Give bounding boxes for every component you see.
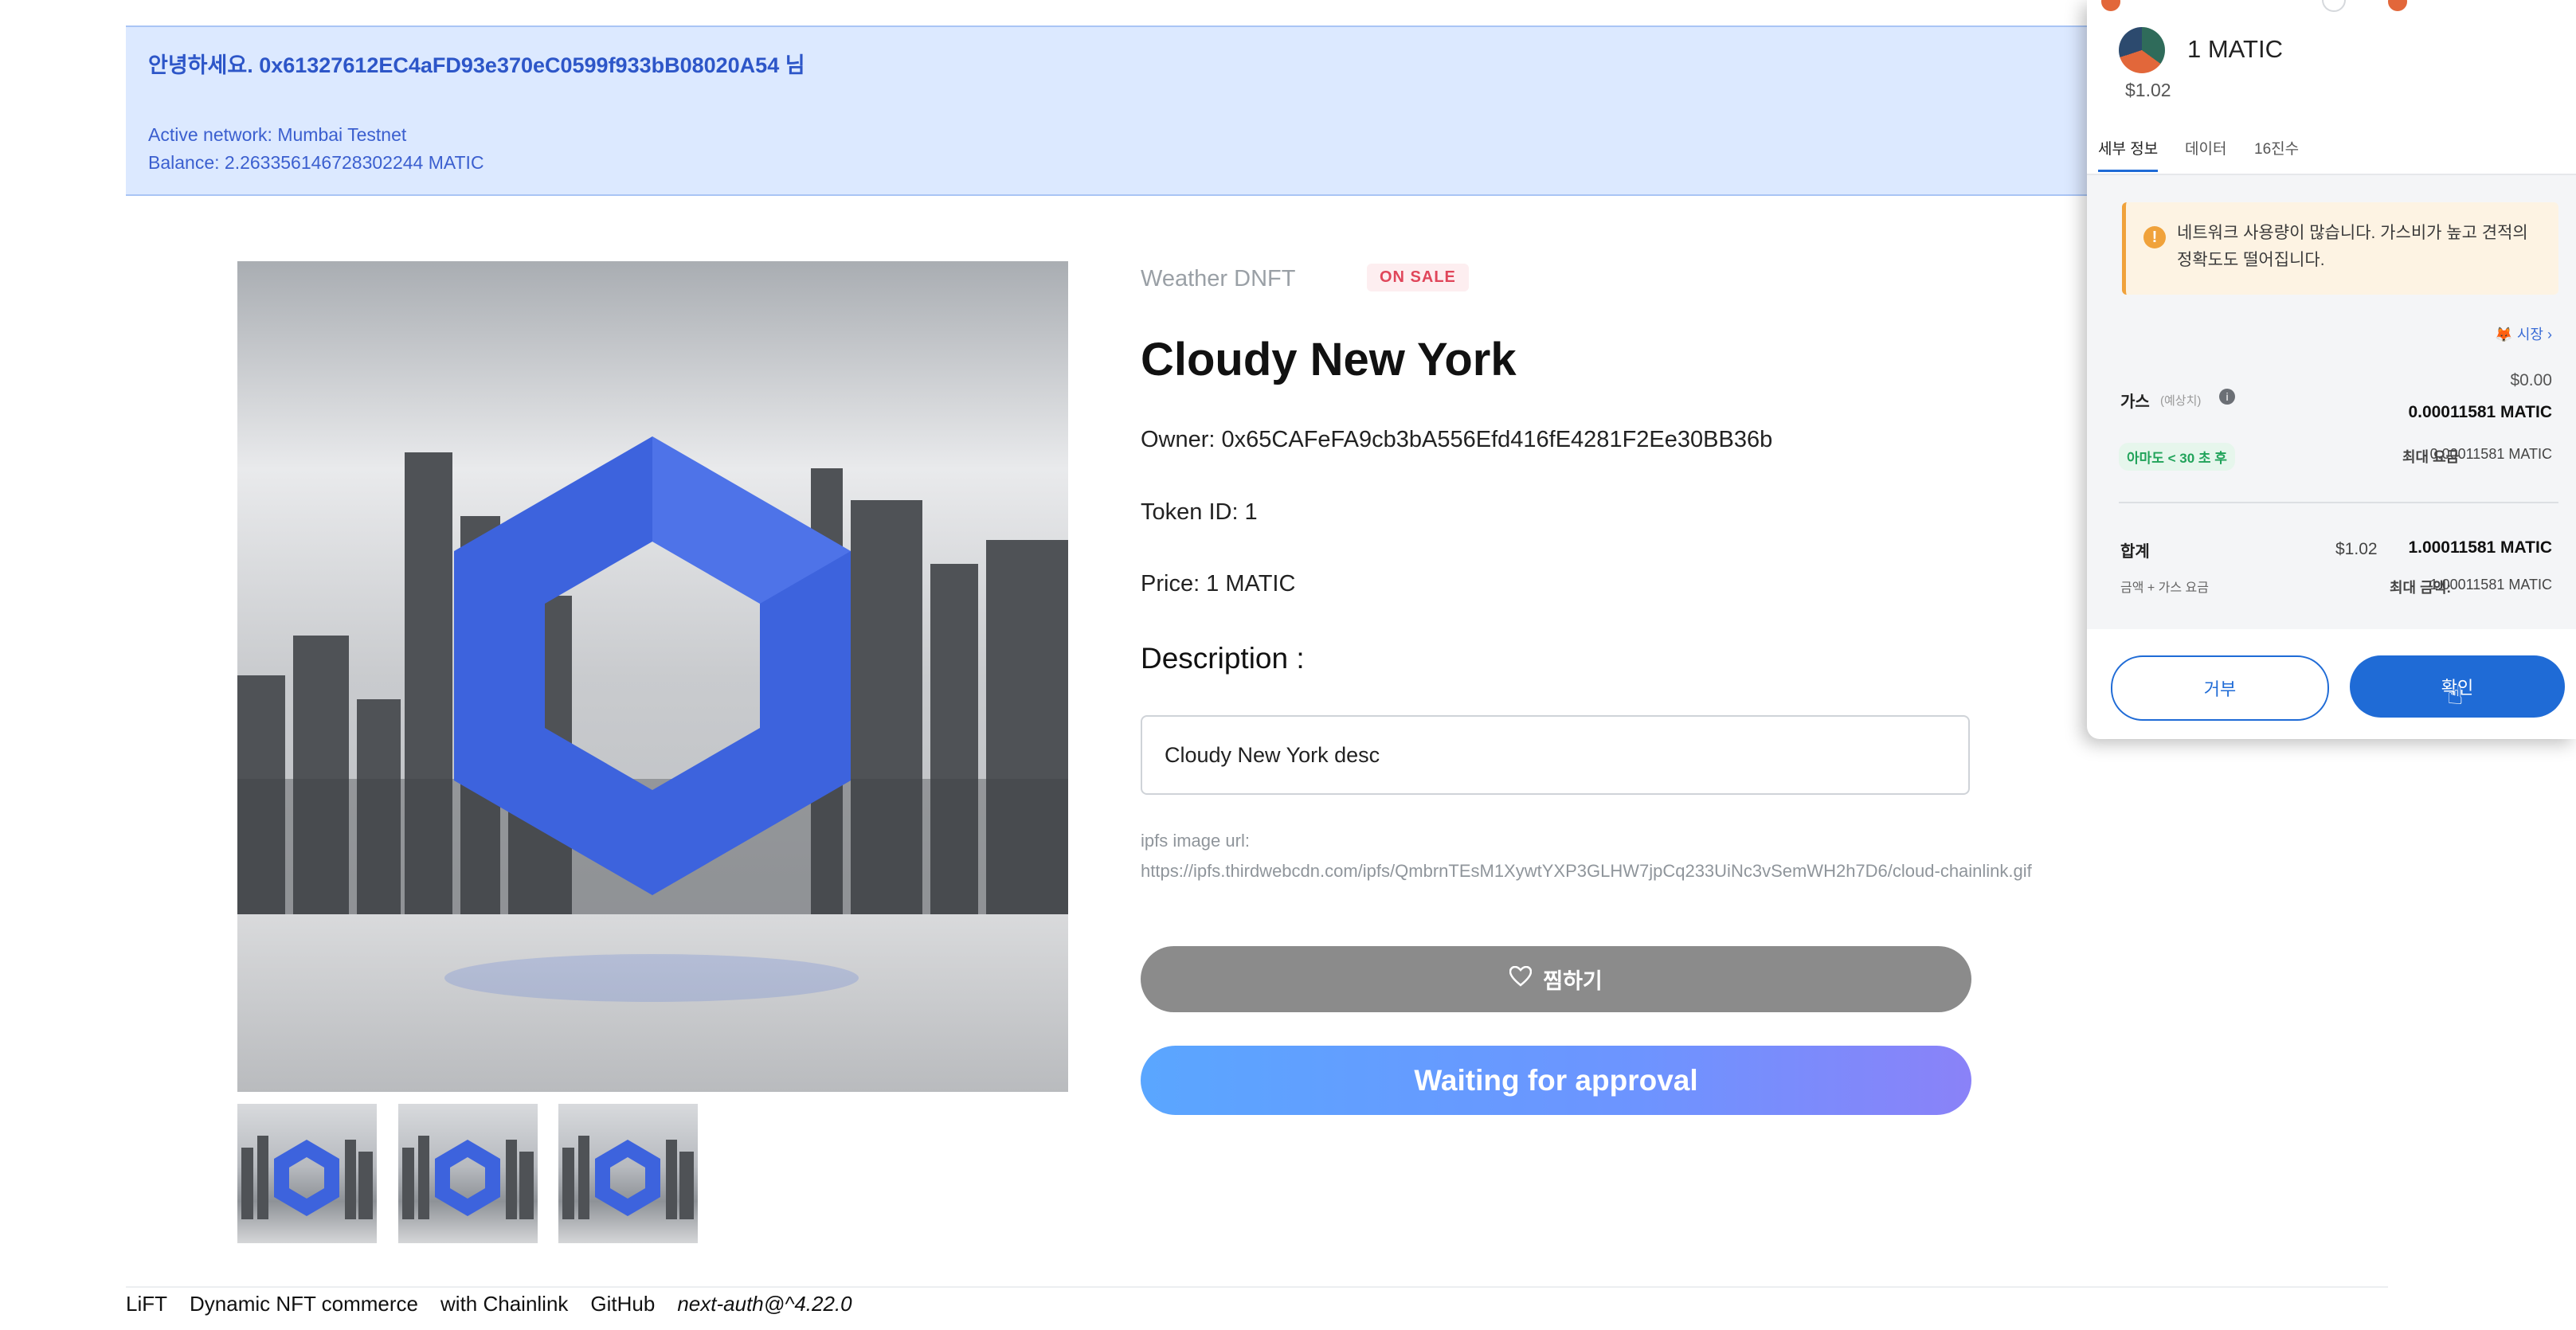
matic-token-icon bbox=[2119, 27, 2165, 73]
active-network-text: Active network: Mumbai Testnet bbox=[148, 124, 407, 145]
market-link[interactable]: 🦊 시장 › bbox=[2495, 323, 2552, 344]
account-header-strip bbox=[2101, 0, 2407, 12]
chevron-right-icon: › bbox=[2547, 327, 2552, 342]
max-amount-value: 1.00011581 MATIC bbox=[2429, 577, 2552, 593]
max-fee-value: 0.00011581 MATIC bbox=[2429, 446, 2552, 462]
wallet-details-panel: ! 네트워크 사용량이 많습니다. 가스비가 높고 견적의 정확도도 떨어집니다… bbox=[2087, 175, 2576, 629]
description-heading: Description : bbox=[1141, 642, 1305, 675]
footer-tagline: Dynamic NFT commerce bbox=[190, 1292, 419, 1316]
chainlink-thumbnail-icon bbox=[241, 1136, 373, 1219]
ipfs-url-text: https://ipfs.thirdwebcdn.com/ipfs/QmbrnT… bbox=[1141, 861, 2032, 881]
wallet-confirmation-popup: 1 MATIC $1.02 세부 정보 데이터 16진수 ! 네트워크 사용량이… bbox=[2087, 0, 2576, 739]
reject-button[interactable]: 거부 bbox=[2111, 655, 2329, 721]
balance-text: Balance: 2.263356146728302244 MATIC bbox=[148, 152, 484, 173]
footer-brand: LiFT bbox=[126, 1292, 167, 1316]
gas-estimate-tag: (예상치) bbox=[2160, 394, 2202, 408]
total-sub-label: 금액 + 가스 요금 bbox=[2120, 581, 2209, 595]
chainlink-thumbnail-icon bbox=[402, 1136, 534, 1219]
like-button-label: 찜하기 bbox=[1543, 969, 1603, 993]
tab-details[interactable]: 세부 정보 bbox=[2098, 137, 2159, 172]
greeting-text: 안녕하세요. 0x61327612EC4aFD93e370eC0599f933b… bbox=[148, 53, 805, 77]
total-label: 합계 bbox=[2120, 543, 2150, 561]
chainlink-city-illustration bbox=[237, 261, 1068, 1092]
wallet-tabs: 세부 정보 데이터 16진수 bbox=[2087, 126, 2576, 175]
token-id-text: Token ID: 1 bbox=[1141, 499, 1258, 525]
like-button[interactable]: 찜하기 bbox=[1141, 946, 1971, 1012]
footer-chainlink: with Chainlink bbox=[440, 1292, 569, 1316]
thumbnail-2[interactable] bbox=[398, 1104, 538, 1243]
total-amount: 1.00011581 MATIC bbox=[2408, 538, 2552, 557]
warning-text: 네트워크 사용량이 많습니다. 가스비가 높고 견적의 정확도도 떨어집니다. bbox=[2177, 224, 2528, 269]
footer-divider bbox=[126, 1286, 2388, 1288]
tab-hex[interactable]: 16진수 bbox=[2254, 137, 2299, 158]
heart-icon bbox=[1509, 965, 1533, 992]
info-icon[interactable]: i bbox=[2219, 389, 2235, 405]
fox-icon: 🦊 bbox=[2495, 327, 2513, 342]
footer-github-link[interactable]: GitHub bbox=[590, 1292, 655, 1316]
thumbnail-1[interactable] bbox=[237, 1104, 377, 1243]
fiat-amount: $1.02 bbox=[2125, 80, 2171, 100]
token-amount: 1 MATIC bbox=[2187, 35, 2283, 63]
footer-version: next-auth@^4.22.0 bbox=[677, 1292, 852, 1316]
hand-cursor-icon: ☝ bbox=[2447, 680, 2464, 710]
chainlink-thumbnail-icon bbox=[562, 1136, 694, 1219]
price-text: Price: 1 MATIC bbox=[1141, 571, 1296, 597]
ipfs-label: ipfs image url: bbox=[1141, 831, 1250, 851]
owner-text: Owner: 0x65CAFeFA9cb3bA556Efd416fE4281F2… bbox=[1141, 427, 1773, 452]
nft-main-image bbox=[237, 261, 1068, 1092]
warning-icon: ! bbox=[2143, 226, 2166, 248]
market-label: 시장 bbox=[2516, 327, 2543, 342]
speed-estimate: 아마도 < 30 초 후 bbox=[2119, 443, 2235, 471]
thumbnail-3[interactable] bbox=[558, 1104, 698, 1243]
description-box: Cloudy New York desc bbox=[1141, 715, 1970, 795]
gas-label: 가스 bbox=[2120, 393, 2150, 411]
total-fiat: $1.02 bbox=[2335, 540, 2378, 558]
footer: LiFT Dynamic NFT commerce with Chainlink… bbox=[126, 1292, 852, 1316]
gas-amount: 0.00011581 MATIC bbox=[2408, 403, 2552, 421]
waiting-for-approval-button[interactable]: Waiting for approval bbox=[1141, 1046, 1971, 1115]
tab-data[interactable]: 데이터 bbox=[2185, 137, 2226, 158]
details-divider bbox=[2119, 502, 2558, 503]
network-busy-warning: ! 네트워크 사용량이 많습니다. 가스비가 높고 견적의 정확도도 떨어집니다… bbox=[2122, 202, 2558, 295]
on-sale-badge: ON SALE bbox=[1367, 264, 1469, 291]
nft-title: Cloudy New York bbox=[1141, 334, 1517, 385]
gas-fiat: $0.00 bbox=[2510, 371, 2552, 389]
collection-name: Weather DNFT bbox=[1141, 266, 1296, 291]
